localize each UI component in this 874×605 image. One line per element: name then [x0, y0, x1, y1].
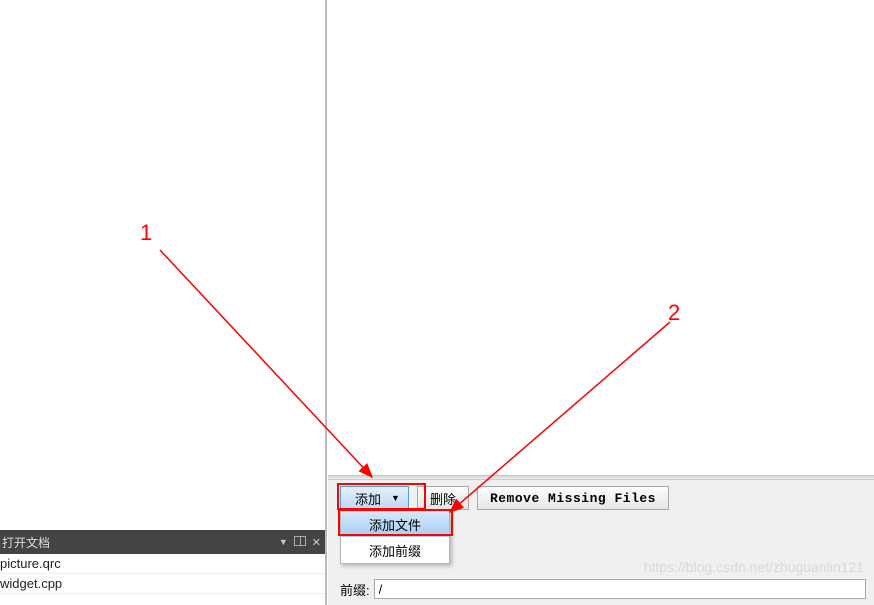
dropdown-add-prefix[interactable]: 添加前缀 — [341, 537, 449, 563]
panel-header-title: 打开文档 — [0, 534, 279, 551]
close-icon[interactable]: ✕ — [312, 536, 321, 549]
remove-missing-button[interactable]: Remove Missing Files — [477, 486, 669, 510]
prefix-label: 前缀: — [340, 580, 370, 599]
list-item[interactable]: widget.cpp — [0, 574, 325, 594]
resource-toolbar: 添加 ▼ 删除 Remove Missing Files 添加文件 添加前缀 前… — [328, 475, 874, 605]
add-dropdown-menu: 添加文件 添加前缀 — [340, 510, 450, 564]
file-list: picture.qrc widget.cpp — [0, 554, 325, 594]
add-button-label: 添加 — [355, 489, 381, 508]
editor-area — [328, 0, 874, 475]
dropdown-arrow-icon: ▼ — [391, 493, 400, 503]
dropdown-add-file[interactable]: 添加文件 — [341, 511, 449, 537]
annotation-label-2: 2 — [668, 300, 680, 326]
prefix-row: 前缀: — [340, 579, 866, 599]
open-documents-panel: 打开文档 ▼ ✕ picture.qrc widget.cpp — [0, 530, 325, 605]
add-button[interactable]: 添加 ▼ — [340, 486, 409, 510]
prefix-input[interactable] — [374, 579, 866, 599]
list-item[interactable]: picture.qrc — [0, 554, 325, 574]
panel-header-icons: ▼ ✕ — [279, 536, 321, 549]
dropdown-icon[interactable]: ▼ — [279, 537, 288, 547]
annotation-label-1: 1 — [140, 220, 152, 246]
vertical-divider — [325, 0, 327, 605]
delete-button[interactable]: 删除 — [417, 486, 469, 510]
panel-header: 打开文档 ▼ ✕ — [0, 530, 325, 554]
button-row: 添加 ▼ 删除 Remove Missing Files — [328, 480, 874, 510]
split-icon[interactable] — [294, 536, 306, 549]
